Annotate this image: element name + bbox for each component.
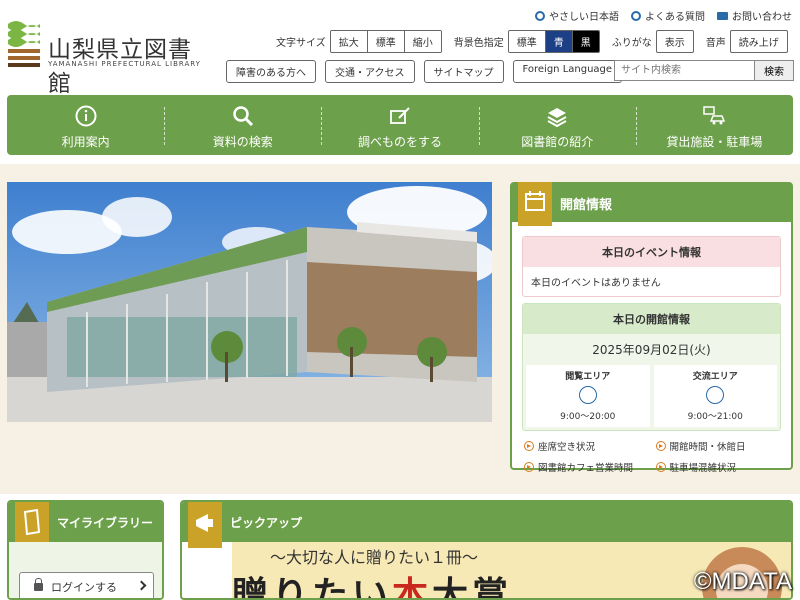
lock-icon bbox=[34, 578, 43, 591]
accessibility-link[interactable]: 障害のある方へ bbox=[226, 60, 316, 83]
info-links: 座席空き状況 開館時間・休館日 図書館カフェ営業時間 駐車場混雑状況 bbox=[512, 431, 791, 474]
globe-icon bbox=[535, 10, 545, 21]
library-building-image bbox=[7, 182, 492, 422]
open-status-icon bbox=[578, 386, 597, 404]
reading-area: 閲覧エリア 9:00〜20:00 bbox=[526, 365, 650, 427]
voice-label: 音声 bbox=[705, 38, 726, 49]
foreign-language-link[interactable]: Foreign Language bbox=[512, 60, 623, 83]
question-icon bbox=[631, 10, 641, 21]
opening-info-panel: 開館情報 本日のイベント情報 本日のイベントはありません 本日の開館情報 202… bbox=[510, 182, 793, 474]
font-size-selector: 拡大 標準 縮小 bbox=[329, 30, 442, 53]
font-size-small-button[interactable]: 縮小 bbox=[404, 31, 441, 52]
read-aloud-button[interactable]: 読み上げ bbox=[729, 30, 788, 53]
mail-icon bbox=[717, 11, 728, 20]
access-link[interactable]: 交通・アクセス bbox=[325, 60, 415, 83]
event-title: 本日のイベント情報 bbox=[523, 237, 780, 267]
search-icon bbox=[233, 106, 253, 127]
login-button[interactable]: ログインする bbox=[19, 572, 154, 598]
sub-links: 障害のある方へ 交通・アクセス サイトマップ Foreign Language bbox=[226, 60, 623, 83]
today-title: 本日の開館情報 bbox=[523, 304, 780, 334]
contact-link[interactable]: お問い合わせ bbox=[717, 8, 792, 23]
arrow-circle-icon bbox=[524, 441, 534, 451]
area-name: 閲覧エリア bbox=[565, 372, 611, 382]
seat-availability-link[interactable]: 座席空き状況 bbox=[524, 439, 648, 453]
event-box: 本日のイベント情報 本日のイベントはありません bbox=[522, 236, 781, 297]
hero-image bbox=[7, 182, 492, 422]
arrow-circle-icon bbox=[655, 441, 666, 451]
opening-hours-link[interactable]: 開館時間・休館日 bbox=[655, 439, 780, 453]
faq-link[interactable]: よくある質問 bbox=[631, 8, 705, 23]
notebook-pen-icon bbox=[390, 107, 410, 124]
nav-usage-guide[interactable]: 利用案内 bbox=[7, 95, 164, 155]
watermark: ©MDATA bbox=[693, 568, 792, 595]
font-size-standard-button[interactable]: 標準 bbox=[367, 31, 405, 52]
megaphone-icon bbox=[188, 502, 222, 548]
books-icon bbox=[547, 108, 567, 127]
site-logo[interactable]: 山梨県立図書館 YAMANASHI PREFECTURAL LIBRARY bbox=[8, 18, 213, 97]
furigana-show-button[interactable]: 表示 bbox=[655, 30, 694, 53]
nav-about-library[interactable]: 図書館の紹介 bbox=[478, 95, 636, 155]
logo-subtitle: YAMANASHI PREFECTURAL LIBRARY bbox=[48, 60, 201, 68]
font-size-large-button[interactable]: 拡大 bbox=[330, 31, 368, 52]
area-name: 交流エリア bbox=[692, 372, 738, 382]
search-input[interactable] bbox=[614, 60, 754, 81]
nav-facilities-parking[interactable]: 貸出施設・駐車場 bbox=[635, 95, 793, 155]
area-hours: 9:00〜21:00 bbox=[687, 412, 743, 422]
banner-subtitle: 〜大切な人に贈りたい１冊〜 bbox=[270, 548, 479, 567]
info-icon bbox=[75, 105, 97, 127]
arrow-circle-icon bbox=[524, 462, 534, 472]
arrow-circle-icon bbox=[655, 462, 666, 472]
accessibility-controls: 文字サイズ 拡大 標準 縮小 背景色指定 標準 青 黒 ふりがな 表示 音声 読… bbox=[276, 30, 788, 53]
area-list: 閲覧エリア 9:00〜20:00 交流エリア 9:00〜21:00 bbox=[523, 365, 780, 430]
banner-title: 贈りたい本大賞 bbox=[232, 574, 513, 600]
open-status-icon bbox=[706, 386, 725, 404]
my-library-panel: マイライブラリー ログインする bbox=[7, 500, 164, 600]
today-hours-box: 本日の開館情報 2025年09月02日(火) 閲覧エリア 9:00〜20:00 … bbox=[522, 303, 781, 431]
furigana-label: ふりがな bbox=[611, 38, 652, 49]
bg-color-selector: 標準 青 黒 bbox=[507, 30, 600, 53]
parking-status-link[interactable]: 駐車場混雑状況 bbox=[655, 460, 780, 474]
bg-black-button[interactable]: 黒 bbox=[572, 31, 599, 52]
today-date: 2025年09月02日(火) bbox=[592, 343, 711, 357]
car-computer-icon bbox=[703, 106, 726, 125]
exchange-area: 交流エリア 9:00〜21:00 bbox=[653, 365, 777, 427]
site-search: 検索 bbox=[614, 60, 794, 81]
chevron-right-icon bbox=[136, 580, 147, 591]
bg-standard-button[interactable]: 標準 bbox=[508, 31, 546, 52]
calendar-icon bbox=[518, 182, 552, 226]
sitemap-link[interactable]: サイトマップ bbox=[423, 60, 504, 83]
logo-mark-icon bbox=[8, 21, 40, 67]
cafe-hours-link[interactable]: 図書館カフェ営業時間 bbox=[524, 460, 648, 474]
pickup-title: ピックアップ bbox=[182, 502, 791, 542]
easy-japanese-link[interactable]: やさしい日本語 bbox=[535, 8, 619, 23]
event-text: 本日のイベントはありません bbox=[531, 278, 661, 289]
search-button[interactable]: 検索 bbox=[754, 60, 794, 81]
nav-research[interactable]: 調べものをする bbox=[321, 95, 478, 155]
opening-info-title: 開館情報 bbox=[512, 184, 791, 222]
font-size-label: 文字サイズ bbox=[276, 38, 326, 49]
main-nav: 利用案内 資料の検索 調べものをする 図書館の紹介 貸出施設・駐車場 bbox=[7, 95, 793, 155]
top-links: やさしい日本語 よくある質問 お問い合わせ bbox=[535, 8, 792, 23]
bg-color-label: 背景色指定 bbox=[453, 38, 504, 49]
nav-search-materials[interactable]: 資料の検索 bbox=[164, 95, 321, 155]
bg-blue-button[interactable]: 青 bbox=[545, 31, 573, 52]
area-hours: 9:00〜20:00 bbox=[560, 412, 616, 422]
